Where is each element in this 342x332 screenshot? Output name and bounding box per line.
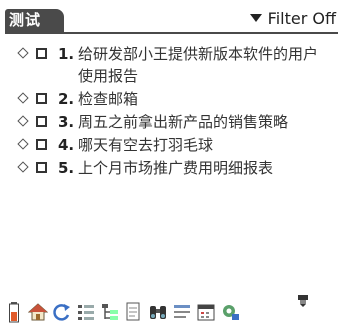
task-checkbox[interactable]: [36, 93, 47, 104]
task-text[interactable]: 上个月市场推广费用明细报表: [78, 157, 330, 179]
task-item[interactable]: 1. 给研发部小王提供新版本软件的用户使用报告: [0, 43, 342, 87]
task-item[interactable]: 5. 上个月市场推广费用明细报表: [0, 157, 342, 179]
settings-icon[interactable]: [219, 300, 240, 324]
home-icon[interactable]: [27, 300, 48, 324]
task-number: 1.: [58, 45, 75, 63]
task-checkbox[interactable]: [36, 116, 47, 127]
task-checkbox[interactable]: [36, 139, 47, 150]
priority-diamond-icon[interactable]: [17, 92, 29, 104]
document-icon[interactable]: [123, 300, 144, 324]
header-divider: [5, 32, 338, 34]
filter-dropdown[interactable]: Filter Off: [249, 7, 336, 29]
refresh-icon[interactable]: [51, 300, 72, 324]
task-checkbox[interactable]: [36, 162, 47, 173]
dropdown-triangle-icon: [249, 14, 262, 22]
task-text[interactable]: 检查邮箱: [78, 88, 330, 110]
task-item[interactable]: 4. 哪天有空去打羽毛球: [0, 134, 342, 156]
task-number: 4.: [58, 136, 75, 154]
priority-diamond-icon[interactable]: [17, 138, 29, 150]
task-text[interactable]: 周五之前拿出新产品的销售策略: [78, 111, 330, 133]
priority-diamond-icon[interactable]: [17, 161, 29, 173]
task-text[interactable]: 哪天有空去打羽毛球: [78, 134, 330, 156]
task-text[interactable]: 给研发部小王提供新版本软件的用户使用报告: [78, 43, 330, 87]
task-number: 5.: [58, 159, 75, 177]
details-icon[interactable]: [171, 300, 192, 324]
tree-view-icon[interactable]: [99, 300, 120, 324]
binoculars-icon[interactable]: [147, 300, 168, 324]
list-view-icon[interactable]: [75, 300, 96, 324]
task-item[interactable]: 3. 周五之前拿出新产品的销售策略: [0, 111, 342, 133]
priority-diamond-icon[interactable]: [17, 47, 29, 59]
priority-diamond-icon[interactable]: [17, 115, 29, 127]
task-number: 2.: [58, 90, 75, 108]
calendar-icon[interactable]: [195, 300, 216, 324]
app-title-tab[interactable]: 测试: [5, 9, 64, 32]
task-list: 1. 给研发部小王提供新版本软件的用户使用报告 2. 检查邮箱 3. 周五之前拿…: [0, 43, 342, 180]
app-title: 测试: [9, 11, 42, 29]
task-number: 3.: [58, 113, 75, 131]
battery-icon: [3, 300, 24, 324]
bottom-toolbar: [3, 297, 240, 327]
scroll-indicator-icon[interactable]: [297, 293, 309, 307]
task-item[interactable]: 2. 检查邮箱: [0, 88, 342, 110]
header: 测试 Filter Off: [0, 0, 342, 34]
task-checkbox[interactable]: [36, 48, 47, 59]
filter-label: Filter Off: [267, 8, 336, 28]
